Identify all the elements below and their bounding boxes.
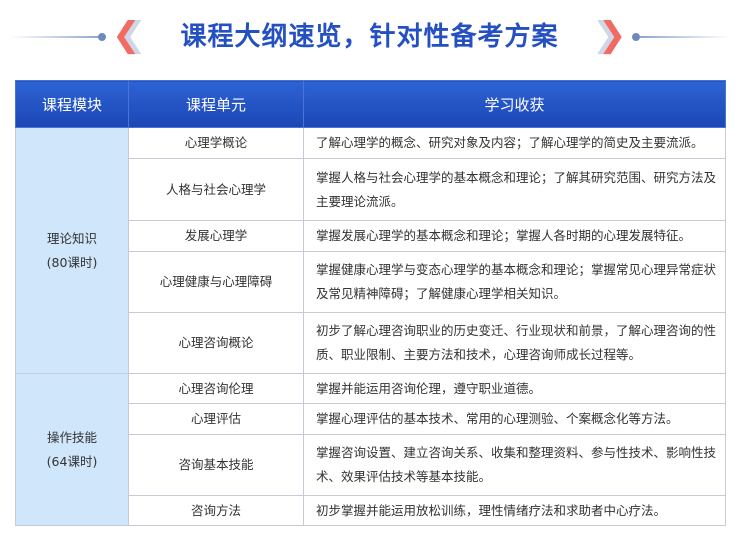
header-unit: 课程单元 xyxy=(128,80,304,128)
course-outline-table: 课程模块 课程单元 学习收获 理论知识 (80课时) 心理学概论 了解心理学的概… xyxy=(15,80,726,526)
module-name: 理论知识 xyxy=(46,230,97,246)
gain-cell: 掌握咨询设置、建立咨询关系、收集和整理资料、参与性技术、影响性技术、效果评估技术… xyxy=(303,434,726,496)
module-hours: (80课时) xyxy=(46,254,98,270)
page-header: ❮ ❮ 课程大纲速览，针对性备考方案 ❯ ❯ xyxy=(0,0,739,72)
unit-cell: 心理评估 xyxy=(128,403,304,435)
unit-cell: 心理学概论 xyxy=(128,127,304,159)
unit-cell: 发展心理学 xyxy=(128,220,304,252)
unit-cell: 人格与社会心理学 xyxy=(128,158,304,221)
table-row: 理论知识 (80课时) 心理学概论 了解心理学的概念、研究对象及内容；了解心理学… xyxy=(15,127,726,374)
decorative-dot-right xyxy=(632,33,640,41)
decorative-line-right xyxy=(640,36,730,38)
unit-cell: 咨询方法 xyxy=(128,495,304,526)
unit-cell: 心理咨询伦理 xyxy=(128,373,304,404)
gain-cell: 掌握健康心理学与变态心理学的基本概念和理论；掌握常见心理异常症状及常见精神障碍；… xyxy=(303,251,726,313)
header-module: 课程模块 xyxy=(15,80,129,128)
gain-cell: 初步掌握并能运用放松训练，理性情绪疗法和求助者中心疗法。 xyxy=(303,495,726,526)
gain-cell: 掌握发展心理学的基本概念和理论；掌握人各时期的心理发展特征。 xyxy=(303,220,726,252)
table-header-row: 课程模块 课程单元 学习收获 xyxy=(15,80,726,128)
module-name: 操作技能 xyxy=(46,429,97,445)
module-cell-theory: 理论知识 (80课时) xyxy=(15,127,129,374)
gain-cell: 初步了解心理咨询职业的历史变迁、行业现状和前景，了解心理咨询的性质、职业限制、主… xyxy=(303,312,726,374)
gain-cell: 了解心理学的概念、研究对象及内容；了解心理学的简史及主要流派。 xyxy=(303,127,726,159)
module-hours: (64课时) xyxy=(46,453,98,469)
unit-cell: 咨询基本技能 xyxy=(128,434,304,496)
module-cell-skills: 操作技能 (64课时) xyxy=(15,373,129,526)
chevron-right-icon: ❯ ❯ xyxy=(592,15,627,55)
gain-cell: 掌握人格与社会心理学的基本概念和理论；了解其研究范围、研究方法及主要理论流派。 xyxy=(303,158,726,221)
gain-cell: 掌握并能运用咨询伦理，遵守职业道德。 xyxy=(303,373,726,404)
page-title: 课程大纲速览，针对性备考方案 xyxy=(180,22,559,52)
unit-cell: 心理咨询概论 xyxy=(128,312,304,374)
header-gain: 学习收获 xyxy=(303,80,726,128)
unit-cell: 心理健康与心理障碍 xyxy=(128,251,304,313)
table-row: 操作技能 (64课时) 心理咨询伦理 掌握并能运用咨询伦理，遵守职业道德。 xyxy=(15,373,726,526)
gain-cell: 掌握心理评估的基本技术、常用的心理测验、个案概念化等方法。 xyxy=(303,403,726,435)
